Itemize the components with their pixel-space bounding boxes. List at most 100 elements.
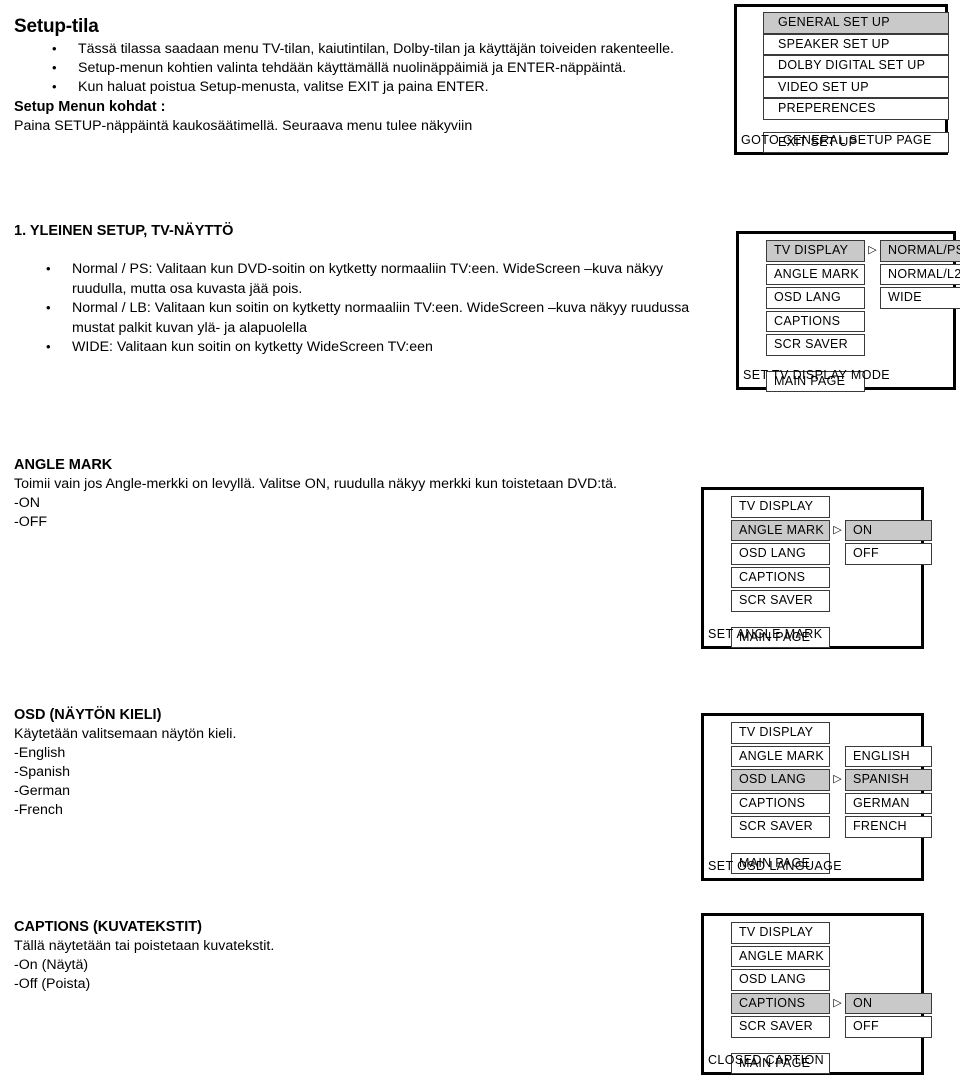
osd-row: OSD LANG ▷ SPANISH <box>731 769 932 791</box>
menu-item-video-setup[interactable]: VIDEO SET UP <box>763 76 949 98</box>
menu-item-angle-mark[interactable]: ANGLE MARK <box>731 945 830 967</box>
option-spanish[interactable]: SPANISH <box>845 769 932 791</box>
section-1-bullet-list: Normal / PS: Valitaan kun DVD-soitin on … <box>0 259 720 358</box>
menu-item-speaker-setup[interactable]: SPEAKER SET UP <box>763 33 949 55</box>
menu-item-captions[interactable]: CAPTIONS <box>731 566 830 588</box>
option-german[interactable]: GERMAN <box>845 792 932 814</box>
arrow-placeholder-icon: ▷ <box>830 751 845 762</box>
selection-arrow-icon: ▷ <box>833 996 842 1009</box>
arrow-placeholder-icon: ▷ <box>830 548 845 559</box>
section-3-body: Käytetään valitsemaan näytön kieli. <box>14 726 237 742</box>
option-wide[interactable]: WIDE <box>880 287 960 309</box>
menu-item-scr-saver[interactable]: SCR SAVER <box>731 816 830 838</box>
section-2-options: -ON -OFF <box>0 494 700 532</box>
section-4-options: -On (Näytä) -Off (Poista) <box>0 956 700 994</box>
osd-row: ANGLE MARK ▷ NORMAL/L2 <box>766 263 960 285</box>
osd-row: SCR SAVER ▷ OFF <box>731 1016 932 1038</box>
osd-tv-display-menu: TV DISPLAY ▷ NORMAL/PS ANGLE MARK ▷ NORM… <box>736 231 960 392</box>
menu-item-osd-lang[interactable]: OSD LANG <box>731 969 830 991</box>
menu-item-scr-saver[interactable]: SCR SAVER <box>731 1016 830 1038</box>
menu-item-scr-saver[interactable]: SCR SAVER <box>766 334 865 356</box>
list-item: -OFF <box>14 514 48 530</box>
menu-item-captions[interactable]: CAPTIONS <box>766 310 865 332</box>
list-item: -Off (Poista) <box>14 976 91 992</box>
osd-row: ANGLE MARK ▷ ENGLISH <box>731 745 932 767</box>
osd-lang-rows: TV DISPLAY ANGLE MARK ▷ ENGLISH OSD LANG… <box>731 722 932 876</box>
osd-row: SCR SAVER <box>731 590 932 612</box>
menu-item-tv-display[interactable]: TV DISPLAY <box>731 722 830 744</box>
option-english[interactable]: ENGLISH <box>845 745 932 767</box>
menu-item-general-setup[interactable]: GENERAL SET UP <box>763 12 949 34</box>
section-3-options: -English -Spanish -German -French <box>0 744 700 820</box>
menu-item-angle-mark[interactable]: ANGLE MARK <box>731 745 830 767</box>
option-normal-l2[interactable]: NORMAL/L2 <box>880 263 960 285</box>
osd-row: OSD LANG <box>731 969 932 991</box>
osd-row: CAPTIONS ▷ ON <box>731 992 932 1014</box>
list-item: -On (Näytä) <box>14 957 89 973</box>
option-on[interactable]: ON <box>845 992 932 1014</box>
list-item: -English <box>14 745 66 761</box>
menu-item-osd-lang[interactable]: OSD LANG <box>766 287 865 309</box>
option-normal-ps[interactable]: NORMAL/PS <box>880 240 960 262</box>
list-item: -ON <box>14 495 41 511</box>
list-item: -Spanish <box>14 764 70 780</box>
arrow-placeholder-icon: ▷ <box>865 292 880 303</box>
arrow-placeholder-icon: ▷ <box>830 1021 845 1032</box>
option-off[interactable]: OFF <box>845 543 932 565</box>
osd-row: OSD LANG ▷ OFF <box>731 543 932 565</box>
document-text-column: Setup-tila Tässä tilassa saadaan menu TV… <box>0 0 720 136</box>
osd-row: ANGLE MARK <box>731 945 932 967</box>
menu-spacer <box>763 120 949 132</box>
section-2-body: Toimii vain jos Angle-merkki on levyllä.… <box>14 476 617 492</box>
osd-main-setup-menu: GENERAL SET UP SPEAKER SET UP DOLBY DIGI… <box>734 4 949 155</box>
section-angle-mark-block: ANGLE MARK Toimii vain jos Angle-merkki … <box>0 456 700 532</box>
menu-item-captions[interactable]: CAPTIONS <box>731 792 830 814</box>
menu-item-scr-saver[interactable]: SCR SAVER <box>731 590 830 612</box>
osd-row: TV DISPLAY <box>731 722 932 744</box>
osd-row: TV DISPLAY ▷ NORMAL/PS <box>766 240 960 262</box>
list-item: -French <box>14 802 63 818</box>
menu-item-osd-lang[interactable]: OSD LANG <box>731 543 830 565</box>
section-1-heading: 1. YLEINEN SETUP, TV-NÄYTTÖ <box>14 223 234 239</box>
setup-menu-instruction: Paina SETUP-näppäintä kaukosäätimellä. S… <box>14 118 473 134</box>
section-3-heading: OSD (NÄYTÖN KIELI) <box>14 707 162 723</box>
section-4-body: Tällä näytetään tai poistetaan kuvatekst… <box>14 938 275 954</box>
section-1-block: 1. YLEINEN SETUP, TV-NÄYTTÖ Normal / PS:… <box>0 222 720 358</box>
section-captions-block: CAPTIONS (KUVATEKSTIT) Tällä näytetään t… <box>0 918 700 994</box>
menu-item-angle-mark[interactable]: ANGLE MARK <box>731 519 830 541</box>
list-item: Normal / LB: Valitaan kun soitin on kytk… <box>46 298 720 338</box>
section-4-heading: CAPTIONS (KUVATEKSTIT) <box>14 919 202 935</box>
list-item: Setup-menun kohtien valinta tehdään käyt… <box>52 58 720 78</box>
osd-row: CAPTIONS <box>731 566 932 588</box>
menu-item-tv-display[interactable]: TV DISPLAY <box>766 240 865 262</box>
osd-status-text: CLOSED CAPTION <box>708 1053 825 1067</box>
selection-arrow-icon: ▷ <box>868 244 877 257</box>
list-item: Kun haluat poistua Setup-menusta, valits… <box>52 77 720 97</box>
list-item: WIDE: Valitaan kun soitin on kytketty Wi… <box>46 337 720 358</box>
page-title: Setup-tila <box>14 16 99 37</box>
intro-bullet-list: Tässä tilassa saadaan menu TV-tilan, kai… <box>0 39 720 97</box>
menu-item-tv-display[interactable]: TV DISPLAY <box>731 496 830 518</box>
osd-row: ANGLE MARK ▷ ON <box>731 519 932 541</box>
osd-status-text: GOTO GENERAL SETUP PAGE <box>741 133 932 147</box>
osd-status-text: SET TV DISPLAY MODE <box>743 368 890 382</box>
section-2-heading: ANGLE MARK <box>14 457 113 473</box>
osd-row: CAPTIONS <box>766 310 960 332</box>
list-item: Normal / PS: Valitaan kun DVD-soitin on … <box>46 259 720 299</box>
osd-row: TV DISPLAY <box>731 496 932 518</box>
option-on[interactable]: ON <box>845 519 932 541</box>
menu-item-preperences[interactable]: PREPERENCES <box>763 98 949 120</box>
osd-row: TV DISPLAY <box>731 922 932 944</box>
osd-row: OSD LANG ▷ WIDE <box>766 287 960 309</box>
selection-arrow-icon: ▷ <box>833 523 842 536</box>
menu-item-angle-mark[interactable]: ANGLE MARK <box>766 263 865 285</box>
menu-item-dolby-digital-setup[interactable]: DOLBY DIGITAL SET UP <box>763 55 949 77</box>
menu-item-osd-lang[interactable]: OSD LANG <box>731 769 830 791</box>
menu-item-captions[interactable]: CAPTIONS <box>731 992 830 1014</box>
osd-captions-menu: TV DISPLAY ANGLE MARK OSD LANG CAPTIONS … <box>701 913 932 1075</box>
option-french[interactable]: FRENCH <box>845 816 932 838</box>
arrow-placeholder-icon: ▷ <box>865 269 880 280</box>
option-off[interactable]: OFF <box>845 1016 932 1038</box>
menu-item-tv-display[interactable]: TV DISPLAY <box>731 922 830 944</box>
osd-angle-mark-menu: TV DISPLAY ANGLE MARK ▷ ON OSD LANG ▷ OF… <box>701 487 932 649</box>
